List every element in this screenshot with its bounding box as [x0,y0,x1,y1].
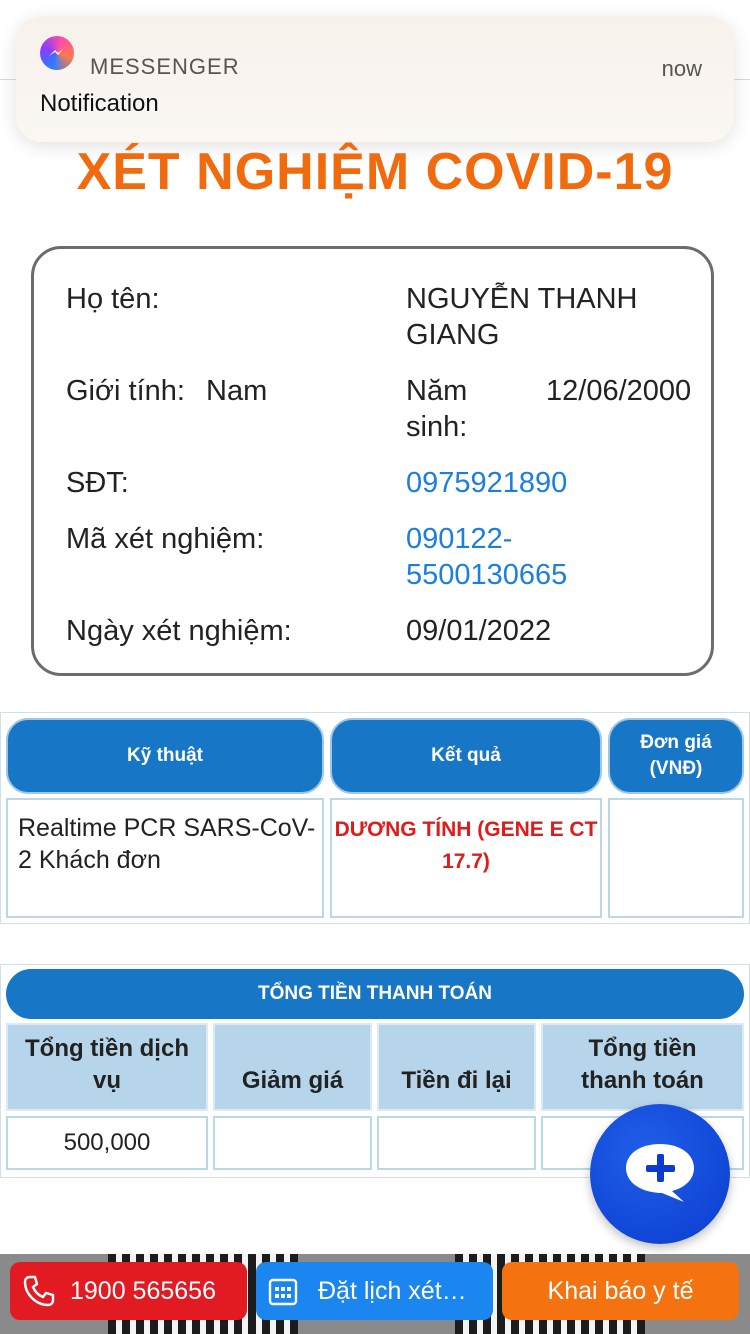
page-title: XÉT NGHIỆM COVID-19 [76,143,674,201]
name-value-line1: NGUYỄN THANH [406,283,638,315]
payment-header-discount: Giảm giá [213,1023,372,1111]
birth-label-line1: Năm [406,375,468,407]
payment-value-service: 500,000 [6,1116,208,1170]
messenger-icon [40,36,74,70]
book-test-label: Đặt lịch xét… [318,1276,467,1305]
birth-value: 12/06/2000 [546,375,692,407]
payment-header-travel: Tiền đi lại [377,1023,536,1111]
gender-value: Nam [206,375,268,407]
price-cell [608,798,744,918]
patient-info-card: Họ tên: NGUYỄN THANH GIANG Giới tính: Na… [31,246,714,676]
name-label: Họ tên: [66,283,160,315]
health-declaration-button[interactable]: Khai báo y tế [502,1262,739,1320]
payment-value-travel [377,1116,536,1170]
chat-fab-button[interactable] [590,1104,730,1244]
call-hotline-button[interactable]: 1900 565656 [10,1262,247,1320]
birth-label-line2: sinh: [406,411,468,443]
header-technique: Kỹ thuật [6,718,324,794]
payment-title: TỔNG TIỀN THANH TOÁN [6,969,744,1019]
header-price: Đơn giá (VNĐ) [608,718,744,794]
code-value-line1[interactable]: 090122- [406,521,512,557]
date-label: Ngày xét nghiệm: [66,615,292,647]
date-value: 09/01/2022 [406,615,552,647]
payment-header-total: Tổng tiền thanh toán [541,1023,744,1111]
header-result: Kết quả [330,718,602,794]
name-value-line2: GIANG [406,319,500,351]
notification-app-name: MESSENGER [90,54,240,79]
result-line2: 17.7) [442,850,490,873]
phone-link[interactable]: 0975921890 [406,465,567,501]
payment-header-service: Tổng tiền dịch vụ [6,1023,208,1111]
gender-label: Giới tính: [66,375,185,407]
technique-line1: Realtime PCR SARS-CoV- [18,814,316,842]
book-test-button[interactable]: Đặt lịch xét… [256,1262,493,1320]
code-label: Mã xét nghiệm: [66,523,265,555]
payment-value-discount [213,1116,372,1170]
phone-icon [22,1274,56,1308]
health-declaration-label: Khai báo y tế [547,1276,694,1305]
result-cell: DƯƠNG TÍNH (GENE E CT 17.7) [330,798,602,918]
result-line1: DƯƠNG TÍNH (GENE E CT [334,818,598,841]
chat-plus-icon [626,1144,694,1202]
call-hotline-label: 1900 565656 [70,1276,216,1305]
technique-line2: 2 Khách đơn [18,846,161,874]
notification-banner[interactable]: MESSENGER now Notification [16,16,734,142]
notification-time: now [661,56,702,81]
phone-label: SĐT: [66,467,129,499]
technique-cell: Realtime PCR SARS-CoV- 2 Khách đơn [6,798,324,918]
notification-body: Notification [40,90,159,117]
calendar-icon [268,1276,298,1306]
code-value-line2[interactable]: 5500130665 [406,557,567,593]
